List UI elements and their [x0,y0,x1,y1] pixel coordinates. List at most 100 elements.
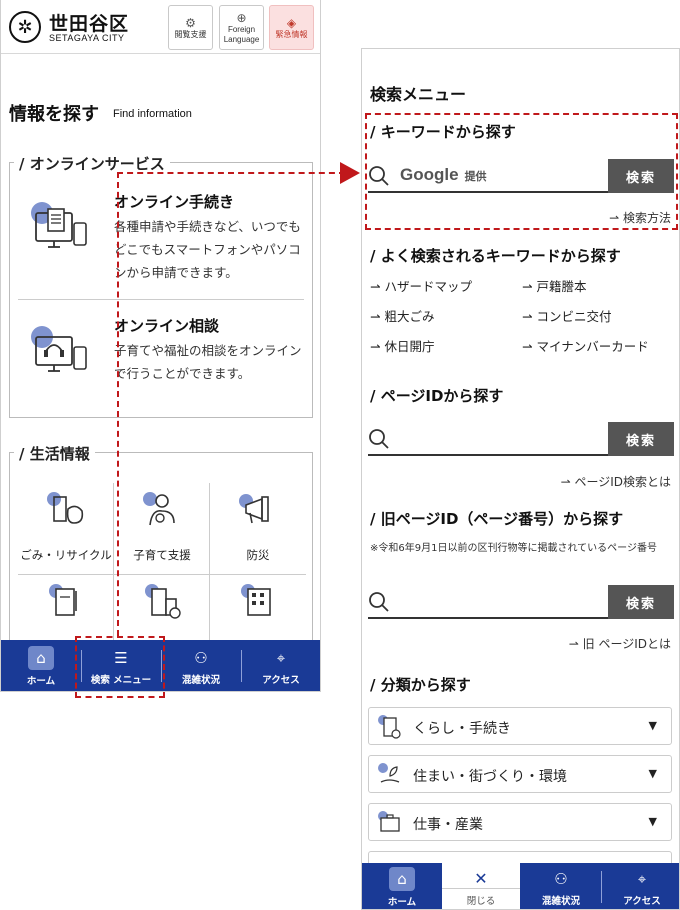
annotation-arrow-head-icon [340,162,360,184]
category-housing-town-environment[interactable]: 住まい・街づくり・環境 ▼ [368,755,672,793]
online-consultation-icon [31,326,87,372]
category-label: 仕事・産業 [413,817,483,833]
nav-home-label: ホーム [387,896,417,908]
warning-icon: ◈ [286,15,297,30]
site-header: ✲ 世田谷区 SETAGAYA CITY ⚙ 閲覧支援 ⊕ Foreign La… [1,0,320,54]
foreign-language-button[interactable]: ⊕ Foreign Language [219,5,264,50]
map-pin-icon: ⌖ [276,648,286,667]
online-consultation-card[interactable]: オンライン相談 子育てや福祉の相談をオンラインで行うことができます。 [18,315,306,405]
search-icon [369,592,389,612]
home-icon: ⌂ [389,866,415,891]
category-label: くらし・手続き [413,721,511,737]
chevron-down-icon: ▼ [648,719,657,732]
garbage-bag-icon [47,492,84,524]
people-icon: ⚇ [194,648,208,667]
life-item-label: 防災 [246,548,270,562]
nav-access[interactable]: ⌖ アクセス [603,863,679,909]
popular-keywords-heading: / よく検索されるキーワードから探す [370,247,621,265]
online-consultation-title: オンライン相談 [114,317,220,335]
browse-support-label: 閲覧支援 [174,29,207,39]
map-pin-icon: ⌖ [637,869,647,888]
setagaya-emblem-icon: ✲ [9,11,41,43]
life-item-label: ごみ・リサイクル [20,548,112,562]
life-item-childcare[interactable]: 子育て支援 [114,483,210,575]
find-info-title: 情報を探す [9,104,99,125]
close-icon: ✕ [474,869,488,888]
old-page-id-heading: / 旧ページID（ページ番号）から探す [370,510,624,528]
old-page-id-note: ※令和6年9月1日以前の区刊行物等に掲載されているページ番号 [370,543,657,554]
nav-crowd-status[interactable]: ⚇ 混雑状況 [522,863,600,909]
nav-access-label: アクセス [262,674,300,686]
online-procedure-card[interactable]: オンライン手続き 各種申請や手続きなど、いつでもどこでもスマートフォンやパソコン… [18,191,306,301]
nav-crowd-status-label: 混雑状況 [541,895,580,907]
nav-separator [241,650,242,682]
briefcase-icon [378,811,400,832]
life-info-title: / 生活情報 [14,443,95,464]
foreign-language-label: Foreign Language [223,24,260,44]
category-living-procedures[interactable]: くらし・手続き ▼ [368,707,672,745]
site-logo[interactable]: ✲ 世田谷区 SETAGAYA CITY [9,9,159,47]
keyword-link[interactable]: ⇀ マイナンバーカード [522,336,649,355]
chevron-down-icon: ▼ [648,767,657,780]
search-icon [369,429,389,449]
online-services-section: / オンラインサービス オンライン手続き 各種申請や手続きなど、いつでもどこでも… [9,153,313,418]
keyword-link[interactable]: ⇀ コンビニ交付 [522,306,611,325]
life-info-section: / 生活情報 ごみ・リサイクル 子育て支援 防災 [9,443,313,667]
page-id-search-bar: 検索 [368,422,674,456]
nav-home[interactable]: ⌂ ホーム [374,863,430,909]
old-page-id-search-bar: 検索 [368,585,674,619]
home-icon: ⌂ [28,645,54,670]
online-procedure-desc: 各種申請や手続きなど、いつでもどこでもスマートフォンやパソコンから申請できます。 [114,219,301,280]
category-heading: / 分類から探す [370,676,471,694]
keyword-link[interactable]: ⇀ 戸籍謄本 [522,276,586,295]
nav-access[interactable]: ⌖ アクセス [243,640,319,691]
online-services-title: / オンラインサービス [14,153,170,174]
document-check-icon [378,715,401,739]
annotation-connector-horizontal [117,172,345,174]
nav-close-label: 閉じる [466,895,496,907]
logo-sub: SETAGAYA CITY [49,33,125,43]
old-page-id-input[interactable] [396,587,606,617]
divider [18,299,304,300]
old-page-id-search-button[interactable]: 検索 [608,585,674,619]
logo-name: 世田谷区 [49,13,130,35]
building-clock-icon [145,584,181,619]
life-item-disaster[interactable]: 防災 [210,483,306,575]
annotation-search-menu-highlight [75,636,165,698]
annotation-keyword-search-highlight [365,113,678,230]
keyword-link[interactable]: ⇀ 粗大ごみ [370,306,434,325]
annotation-connector-vertical [117,172,119,636]
page-id-input[interactable] [396,424,606,454]
nav-home-label: ホーム [26,675,56,687]
online-consultation-desc: 子育てや福祉の相談をオンラインで行うことができます。 [114,343,302,381]
keyword-link[interactable]: ⇀ ハザードマップ [370,276,472,295]
bottom-navigation: ⌂ ホーム ✕ 閉じる ⚇ 混雑状況 ⌖ アクセス [362,863,679,909]
browse-support-button[interactable]: ⚙ 閲覧支援 [168,5,213,50]
emergency-info-button[interactable]: ◈ 緊急情報 [269,5,314,50]
document-pen-icon [49,584,77,616]
keyword-link[interactable]: ⇀ 休日開庁 [370,336,434,355]
page-id-help-link[interactable]: ⇀ ページID検索とは [561,473,671,490]
chevron-down-icon: ▼ [648,815,657,828]
nav-separator [601,871,602,903]
life-item-label: 子育て支援 [133,548,191,562]
people-icon: ⚇ [554,869,568,888]
globe-icon: ⊕ [236,10,247,25]
hand-plant-icon [378,763,400,783]
nav-close[interactable]: ✕ 閉じる [444,863,518,909]
nav-access-label: アクセス [623,895,661,907]
nav-crowd-status[interactable]: ⚇ 混雑状況 [163,640,239,691]
gear-icon: ⚙ [185,15,196,30]
childcare-icon [143,492,175,526]
online-procedure-icon [31,202,87,248]
search-menu-title: 検索メニュー [370,85,467,104]
old-page-id-help-link[interactable]: ⇀ 旧 ページIDとは [569,635,671,652]
left-phone-screen: ✲ 世田谷区 SETAGAYA CITY ⚙ 閲覧支援 ⊕ Foreign La… [0,0,321,692]
nav-crowd-status-label: 混雑状況 [181,674,220,686]
life-item-garbage[interactable]: ごみ・リサイクル [18,483,114,575]
category-work-industry[interactable]: 仕事・産業 ▼ [368,803,672,841]
find-info-subtitle: Find information [113,108,192,120]
page-id-search-button[interactable]: 検索 [608,422,674,456]
nav-home[interactable]: ⌂ ホーム [15,640,67,691]
office-building-icon [241,584,271,616]
